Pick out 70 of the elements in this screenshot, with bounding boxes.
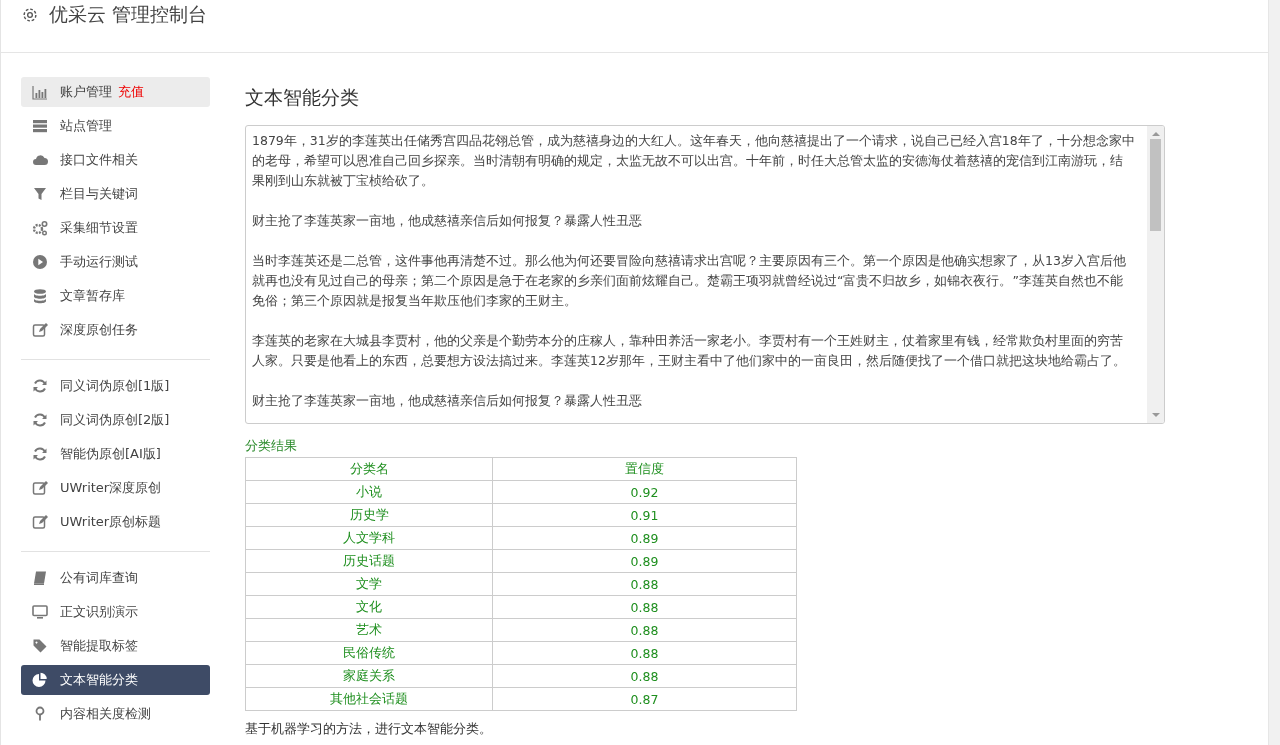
- table-cell: 0.89: [492, 526, 797, 550]
- settings-icon: [21, 6, 39, 24]
- chart-icon: [32, 84, 48, 100]
- sidebar-item[interactable]: 同义词伪原创[2版]: [21, 405, 210, 435]
- table-cell: 人文学科: [245, 526, 493, 550]
- table-cell: 0.88: [492, 641, 797, 665]
- sidebar-item[interactable]: UWriter原创标题: [21, 507, 210, 537]
- column-header: 分类名: [245, 457, 493, 481]
- refresh-icon: [32, 446, 48, 462]
- sidebar-item[interactable]: 采集细节设置: [21, 213, 210, 243]
- refresh-icon: [32, 378, 48, 394]
- page-heading: 文本智能分类: [245, 85, 360, 110]
- table-cell: 民俗传统: [245, 641, 493, 665]
- sidebar-item[interactable]: 文本智能分类: [21, 665, 210, 695]
- app-title: 优采云 管理控制台: [49, 2, 208, 27]
- table-cell: 艺术: [245, 618, 493, 642]
- table-cell: 0.88: [492, 664, 797, 688]
- description-text: 基于机器学习的方法，进行文本智能分类。: [245, 721, 493, 738]
- table-cell: 0.91: [492, 503, 797, 527]
- refresh-icon: [32, 412, 48, 428]
- scrollbar[interactable]: [1147, 126, 1164, 423]
- pie-icon: [32, 672, 48, 688]
- sidebar-item[interactable]: 手动运行测试: [21, 247, 210, 277]
- table-cell: 0.88: [492, 618, 797, 642]
- sidebar-item[interactable]: 站点管理: [21, 111, 210, 141]
- sidebar-item[interactable]: 公有词库查询: [21, 563, 210, 593]
- edit-icon: [32, 514, 48, 530]
- sidebar-item[interactable]: UWriter深度原创: [21, 473, 210, 503]
- sidebar-item[interactable]: 账户管理 充值: [21, 77, 210, 107]
- article-paragraph: 李莲英的老家在大城县李贾村，他的父亲是个勤劳本分的庄稼人，靠种田养活一家老小。李贾村有一个王姓财主，仗着家里有钱，经常欺负村里面的穷苦人家。只要是他看上的东西，总要想方设法搞过来。李莲英12岁那年，王财主看中了他们家中的一亩良田，然后随便找了一个借口就把这块地给霸占了。: [252, 332, 1127, 370]
- table-cell: 0.87: [492, 687, 797, 711]
- sidebar-item[interactable]: 智能提取标签: [21, 631, 210, 661]
- result-label: 分类结果: [245, 438, 298, 455]
- column-header: 置信度: [492, 457, 797, 481]
- server-icon: [32, 118, 48, 134]
- sidebar-item[interactable]: 接口文件相关: [21, 145, 210, 175]
- monitor-icon: [32, 604, 48, 620]
- cloud-icon: [32, 152, 48, 168]
- table-cell: 0.88: [492, 595, 797, 619]
- article-paragraph: 财主抢了李莲英家一亩地，他成慈禧亲信后如何报复？暴露人性丑恶: [252, 212, 643, 230]
- sidebar-item[interactable]: 正文识别演示: [21, 597, 210, 627]
- article-paragraph: 1879年，31岁的李莲英出任储秀宫四品花翎总管，成为慈禧身边的大红人。这年春天，他向慈禧提出了一个请求，说自己已经入宫18年了，十分想念家中的老母，希望可以恩准自己回乡探亲。当时清朝有明确的规定，太监无故不可以出宫。十年前，时任大总管太监的安德海仗着慈禧的宠信到江南游玩，结果刚到山东就被丁宝桢给砍了。: [252, 132, 1135, 190]
- table-cell: 文学: [245, 572, 493, 596]
- table-cell: 文化: [245, 595, 493, 619]
- table-cell: 历史话题: [245, 549, 493, 573]
- sidebar-item[interactable]: 内容相关度检测: [21, 699, 210, 729]
- table-cell: 0.92: [492, 480, 797, 504]
- sidebar-item[interactable]: 文章暂存库: [21, 281, 210, 311]
- sidebar-item[interactable]: 智能伪原创[AI版]: [21, 439, 210, 469]
- database-icon: [32, 288, 48, 304]
- sidebar-item[interactable]: 栏目与关键词: [21, 179, 210, 209]
- table-cell: 家庭关系: [245, 664, 493, 688]
- table-cell: 0.88: [492, 572, 797, 596]
- article-paragraph: 财主抢了李莲英家一亩地，他成慈禧亲信后如何报复？暴露人性丑恶: [252, 392, 643, 410]
- tag-icon: [32, 638, 48, 654]
- table-cell: 0.89: [492, 549, 797, 573]
- article-textarea[interactable]: [245, 125, 1165, 424]
- gears-icon: [32, 220, 48, 236]
- table-cell: 历史学: [245, 503, 493, 527]
- sidebar-item[interactable]: 深度原创任务: [21, 315, 210, 345]
- edit-icon: [32, 480, 48, 496]
- article-paragraph: 当时李莲英还是二总管，这件事他再清楚不过。那么他为何还要冒险向慈禧请求出宫呢？主要原因有三个。第一个原因是他确实想家了，从13岁入宫后他就再也没有见过自己的母亲；第二个原因是急于在老家的乡亲们面前炫耀自己。楚霸王项羽就曾经说过“富贵不归故乡，如锦衣夜行。”李莲英自然也不能免俗；第三个原因就是报复当年欺压他们李家的王财主。: [252, 252, 1127, 310]
- sidebar-item[interactable]: 同义词伪原创[1版]: [21, 371, 210, 401]
- play-icon: [32, 254, 48, 270]
- edit-icon: [32, 322, 48, 338]
- book-icon: [32, 570, 48, 586]
- page-scrollbar[interactable]: [1268, 0, 1280, 745]
- table-cell: 小说: [245, 480, 493, 504]
- filter-icon: [32, 186, 48, 202]
- table-cell: 其他社会话题: [245, 687, 493, 711]
